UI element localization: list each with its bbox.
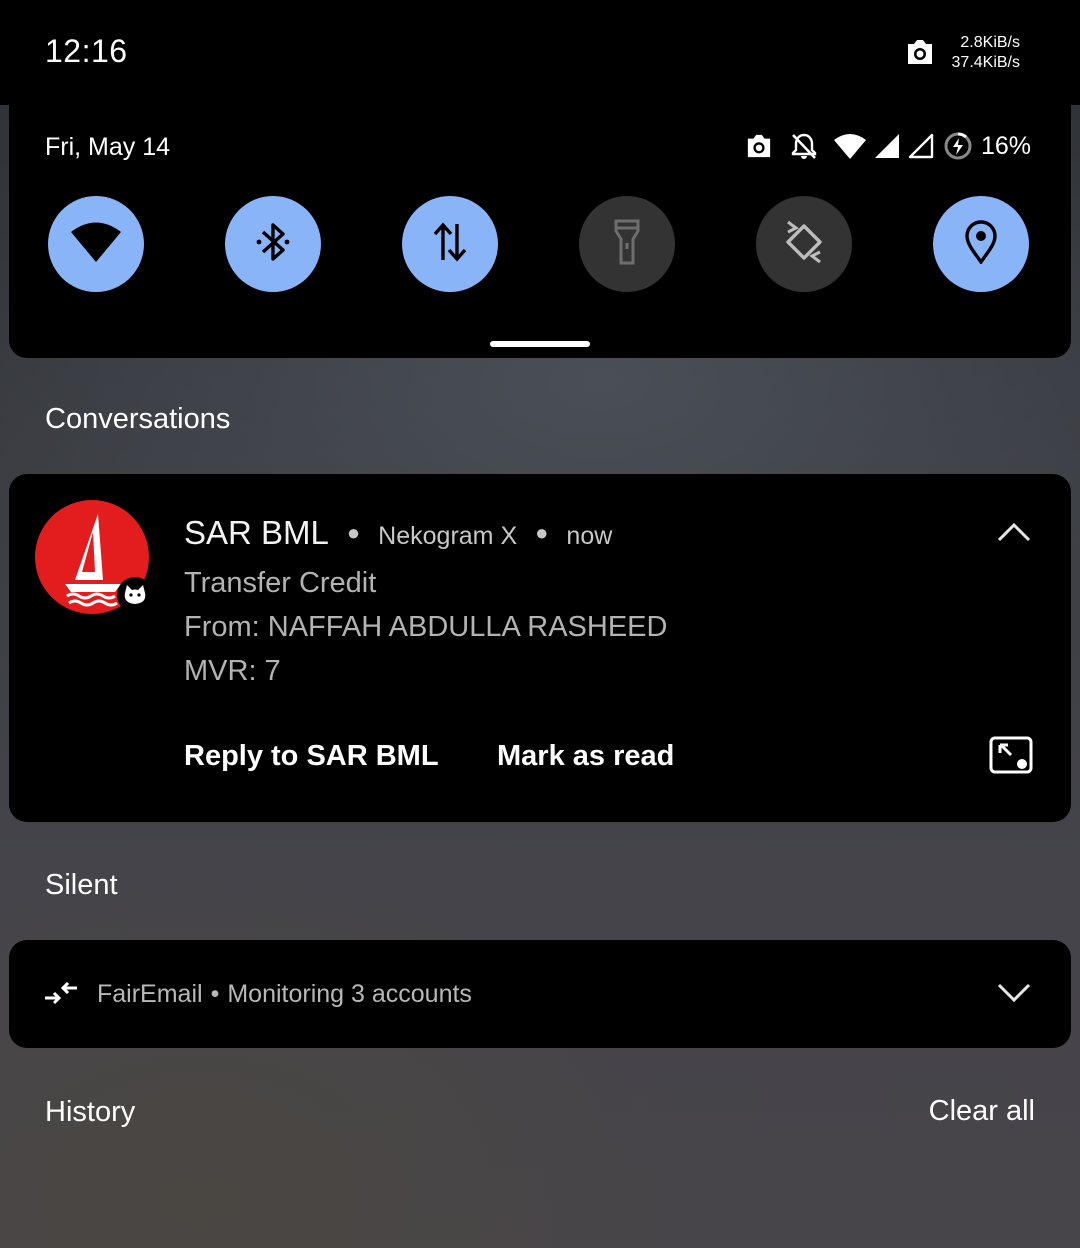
rotate-icon <box>780 218 828 271</box>
bluetooth-icon <box>253 220 293 269</box>
net-upload-speed: 2.8KiB/s <box>960 34 1020 51</box>
silent-notification-message: Monitoring 3 accounts <box>227 980 472 1008</box>
quick-settings-tiles <box>48 196 1029 292</box>
notification-app-name: Nekogram X <box>378 522 518 550</box>
notification-sender: SAR BML <box>184 514 329 551</box>
battery-percent: 16% <box>980 131 1031 160</box>
reply-button[interactable]: Reply to SAR BML <box>184 740 439 773</box>
qs-date[interactable]: Fri, May 14 <box>45 133 170 162</box>
notification-amount-line: MVR: 7 <box>184 655 281 687</box>
history-button[interactable]: History <box>45 1096 135 1129</box>
wifi-icon <box>833 132 867 160</box>
notification-title: Transfer Credit <box>184 567 377 599</box>
separator-dot: • <box>210 980 220 1008</box>
location-pin-icon <box>964 219 998 269</box>
cellular-signal-icon <box>907 132 935 160</box>
drag-handle[interactable] <box>490 341 590 347</box>
collapse-chevron-icon[interactable] <box>997 522 1031 547</box>
status-clock: 12:16 <box>45 33 128 69</box>
separator-dot: ● <box>346 520 361 545</box>
notification-header: SAR BML ● Nekogram X ● now <box>184 514 612 552</box>
clear-all-button[interactable]: Clear all <box>929 1095 1035 1128</box>
network-speed: 2.8KiB/s 37.4KiB/s <box>940 33 1020 73</box>
screenshot-icon <box>905 38 935 71</box>
notification-from-line: From: NAFFAH ABDULLA RASHEED <box>184 611 668 643</box>
silent-notification-text: FairEmail • Monitoring 3 accounts <box>97 980 472 1009</box>
tile-bluetooth[interactable] <box>225 196 321 292</box>
tile-mobile-data[interactable] <box>402 196 498 292</box>
expand-chevron-icon[interactable] <box>997 983 1031 1008</box>
section-header-silent: Silent <box>45 869 118 901</box>
section-header-conversations: Conversations <box>45 403 231 435</box>
quick-settings-panel: Fri, May 14 16% <box>9 95 1071 358</box>
net-download-speed: 37.4KiB/s <box>951 54 1020 71</box>
bell-off-icon <box>789 131 819 161</box>
qs-status-icons: 16% <box>745 129 1031 163</box>
flashlight-icon <box>612 219 642 270</box>
cat-icon <box>124 585 146 604</box>
data-arrows-icon <box>430 220 470 269</box>
battery-saver-icon <box>943 131 973 161</box>
tile-wifi[interactable] <box>48 196 144 292</box>
separator-dot: ● <box>535 520 549 545</box>
mark-as-read-button[interactable]: Mark as read <box>497 740 674 773</box>
screenshot-icon <box>745 133 773 159</box>
status-bar: 12:16 2.8KiB/s 37.4KiB/s <box>0 0 1080 105</box>
bubble-icon[interactable] <box>989 736 1033 781</box>
silent-notification[interactable]: FairEmail • Monitoring 3 accounts <box>9 940 1071 1048</box>
sync-arrows-icon <box>43 980 79 1013</box>
app-badge <box>117 577 153 613</box>
notification-time: now <box>566 522 613 550</box>
wifi-icon <box>70 221 122 268</box>
tile-auto-rotate[interactable] <box>756 196 852 292</box>
silent-app-name: FairEmail <box>97 980 203 1008</box>
tile-location[interactable] <box>933 196 1029 292</box>
cellular-signal-icon <box>873 132 901 160</box>
tile-flashlight[interactable] <box>579 196 675 292</box>
conversation-notification[interactable]: SAR BML ● Nekogram X ● now Transfer Cred… <box>9 474 1071 822</box>
